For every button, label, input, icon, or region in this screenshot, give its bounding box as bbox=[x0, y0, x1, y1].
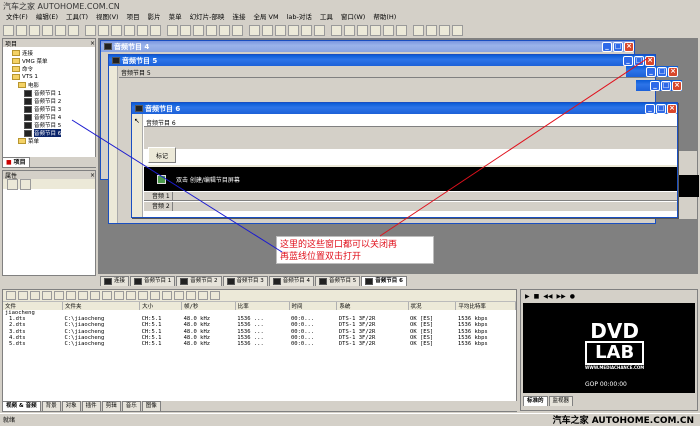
file-tool-icon[interactable] bbox=[18, 291, 28, 300]
table-cell: 48.0 kHz bbox=[183, 341, 211, 348]
file-panel-tab[interactable]: 插件 bbox=[81, 401, 101, 411]
table-cell: DTS-1 3F/2R bbox=[338, 341, 376, 348]
table-cell: 1536 kbps bbox=[457, 341, 488, 348]
column-header[interactable]: 比率 bbox=[235, 302, 290, 310]
file-tool-icon[interactable] bbox=[138, 291, 148, 300]
tab-monitor[interactable]: 监视器 bbox=[548, 396, 574, 406]
file-panel-tab[interactable]: 图像 bbox=[141, 401, 161, 411]
record-icon[interactable]: ● bbox=[570, 293, 575, 300]
file-tool-icon[interactable] bbox=[186, 291, 196, 300]
gop-readout: GOP 00:00:00 bbox=[585, 381, 627, 388]
file-tool-icon[interactable] bbox=[198, 291, 208, 300]
file-tool-icon[interactable] bbox=[114, 291, 124, 300]
status-text: 就绪 bbox=[3, 416, 16, 424]
preview-panel: ▶ ■ ◀◀ ▶▶ ● DVD LAB WWW.MEDIACHANCE.COM … bbox=[520, 289, 698, 411]
file-tool-icon[interactable] bbox=[66, 291, 76, 300]
file-table: 文件 文件夹 大小 帧/秒 比率 时间 系统 状况 平均比特率 jiaocheng 1.dts C:\… bbox=[3, 302, 516, 347]
column-header[interactable]: 系统 bbox=[336, 302, 409, 310]
table-cell: CH:5.1 bbox=[141, 341, 162, 348]
file-tool-icon[interactable] bbox=[174, 291, 184, 300]
blue-pointer-line bbox=[71, 119, 283, 253]
file-panel-tabs: 视频 & 音频 背景 对象 插件 剪辑 音乐 图像 bbox=[2, 401, 517, 411]
prev-icon[interactable]: ◀◀ bbox=[543, 293, 552, 300]
column-header[interactable]: 状况 bbox=[408, 302, 457, 310]
file-tool-icon[interactable] bbox=[126, 291, 136, 300]
file-tool-icon[interactable] bbox=[210, 291, 220, 300]
file-tool-icon[interactable] bbox=[30, 291, 40, 300]
file-panel-tab[interactable]: 对象 bbox=[61, 401, 81, 411]
table-cell: 1536 ... bbox=[237, 341, 264, 348]
file-panel-tab[interactable]: 视频 & 音频 bbox=[2, 401, 41, 411]
file-panel-tab[interactable]: 音乐 bbox=[121, 401, 141, 411]
file-tool-icon[interactable] bbox=[6, 291, 16, 300]
column-header[interactable]: 大小 bbox=[139, 302, 183, 310]
file-tool-icon[interactable] bbox=[78, 291, 88, 300]
file-panel-tab[interactable]: 背景 bbox=[41, 401, 61, 411]
table-row[interactable]: 5.dts C:\jiaocheng CH:5.1 48.0 kHz 1536 ... 0… bbox=[3, 341, 516, 347]
column-header[interactable]: 文件夹 bbox=[62, 302, 141, 310]
file-panel-tab[interactable]: 剪辑 bbox=[101, 401, 121, 411]
table-cell: 00:0... bbox=[291, 341, 315, 348]
play-icon[interactable]: ▶ bbox=[525, 293, 530, 300]
tab-standard[interactable]: 标准的 bbox=[523, 396, 548, 406]
next-icon[interactable]: ▶▶ bbox=[557, 293, 566, 300]
file-tool-icon[interactable] bbox=[42, 291, 52, 300]
table-cell: C:\jiaocheng bbox=[64, 341, 105, 348]
status-bar: 就绪 汽车之家 AUTOHOME.COM.CN bbox=[0, 413, 700, 426]
column-header[interactable]: 平均比特率 bbox=[455, 302, 516, 310]
file-tool-icon[interactable] bbox=[54, 291, 64, 300]
column-header[interactable]: 文件 bbox=[3, 302, 64, 310]
dvdlab-logo: DVD LAB WWW.MEDIACHANCE.COM bbox=[585, 319, 645, 370]
stop-icon[interactable]: ■ bbox=[534, 293, 540, 300]
column-header[interactable]: 时间 bbox=[289, 302, 338, 310]
table-cell: 5.dts bbox=[9, 341, 26, 348]
file-tool-icon[interactable] bbox=[102, 291, 112, 300]
file-tool-icon[interactable] bbox=[162, 291, 172, 300]
file-tool-icon[interactable] bbox=[150, 291, 160, 300]
file-panel: 文件 文件夹 大小 帧/秒 比率 时间 系统 状况 平均比特率 jiaocheng 1.dts C:\… bbox=[2, 289, 517, 412]
table-header: 文件 文件夹 大小 帧/秒 比率 时间 系统 状况 平均比特率 bbox=[3, 302, 516, 310]
red-pointer-line bbox=[379, 57, 649, 237]
file-tool-icon[interactable] bbox=[90, 291, 100, 300]
column-header[interactable]: 帧/秒 bbox=[181, 302, 236, 310]
preview-screen: DVD LAB WWW.MEDIACHANCE.COM GOP 00:00:00 bbox=[523, 303, 695, 393]
table-cell: OK [ES] bbox=[410, 341, 434, 348]
